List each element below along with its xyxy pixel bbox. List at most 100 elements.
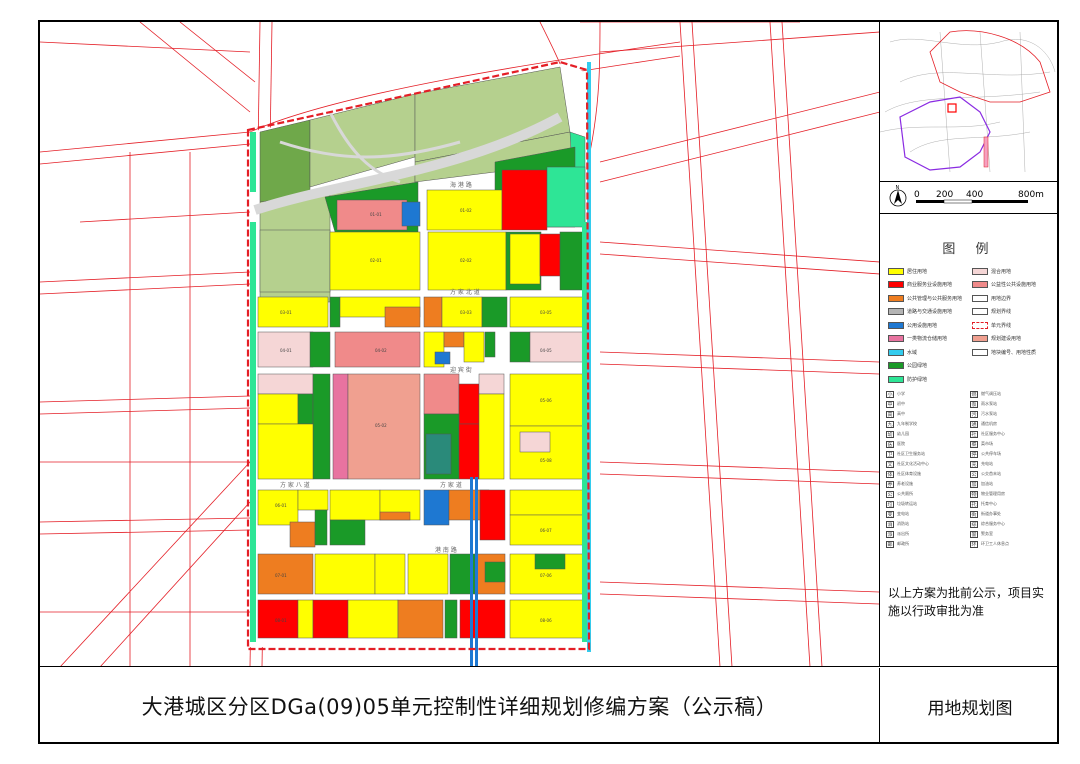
symbol-label: 社区体育设施 <box>897 471 921 476</box>
map-type-label: 用地规划图 <box>927 698 1013 719</box>
title-bar: 大港城区分区DGa(09)05单元控制性详细规划修编方案（公示稿） <box>40 668 880 744</box>
facility-icon: 邮 <box>886 540 894 548</box>
svg-text:迎 宾 街: 迎 宾 街 <box>450 366 472 374</box>
legend-label: 公共管理与公共服务用地 <box>907 295 963 302</box>
legend-label: 居住用地 <box>907 268 928 275</box>
svg-text:04-05: 04-05 <box>540 348 552 353</box>
legend-item: 公益性公共设施用地 <box>972 280 1036 290</box>
legend-label: 水域 <box>907 349 918 356</box>
facility-icon: 加 <box>970 480 978 488</box>
symbol-label: 通信机房 <box>981 421 997 426</box>
locator-svg <box>880 30 1056 173</box>
legend-label: 公园绿地 <box>907 363 928 369</box>
legend-label: 商业服务业设施用地 <box>907 282 953 288</box>
facility-icon: 幼 <box>886 430 894 438</box>
scale-label-200: 200 <box>936 190 953 200</box>
symbol-label: 高中 <box>897 411 905 416</box>
legend-symbol: 小小学 <box>886 390 905 398</box>
legend-item: 规划界线 <box>972 307 1011 317</box>
facility-icon: 文 <box>886 460 894 468</box>
svg-text:03-05: 03-05 <box>540 310 552 315</box>
legend-symbol: 邮邮政所 <box>886 540 909 548</box>
legend-swatch <box>888 267 904 275</box>
legend-symbol: 文社区文化活动中心 <box>886 460 929 468</box>
legend-symbol: 医医院 <box>886 440 905 448</box>
facility-icon: 充 <box>970 460 978 468</box>
legend-symbol: 派派出所 <box>886 530 909 538</box>
svg-text:07-06: 07-06 <box>540 573 552 578</box>
svg-text:03-01: 03-01 <box>280 310 292 315</box>
scale-svg: N 0 200 400 800m <box>889 185 1044 207</box>
legend-symbol: 警警务室 <box>970 530 993 538</box>
legend-swatch <box>972 335 988 342</box>
legend-symbol: 九九年制学校 <box>886 420 917 428</box>
north-label: N <box>896 185 900 191</box>
district-boundary <box>929 30 1051 103</box>
symbol-label: 公共厕所 <box>897 491 913 496</box>
legend-symbol: 污污水泵站 <box>970 410 997 418</box>
legend-swatch <box>972 267 988 275</box>
legend-swatch <box>972 321 988 329</box>
legend-symbol: 街街道办事处 <box>970 510 1001 518</box>
symbol-label: 公交首末站 <box>981 471 1001 476</box>
legend-item: 公共管理与公共服务用地 <box>888 293 962 303</box>
legend-swatch <box>888 375 904 383</box>
facility-icon: 公 <box>970 470 978 478</box>
land-use-map[interactable]: 海 港 路 方 家 北 道 迎 宾 街 方 家 八 道 方 家 道 港 南 路 … <box>40 22 880 667</box>
svg-text:06-07: 06-07 <box>540 528 552 533</box>
facility-icon: 公 <box>886 490 894 498</box>
legend-swatch <box>888 294 904 302</box>
svg-text:05-06: 05-06 <box>540 398 552 403</box>
symbol-label: 幼儿园 <box>897 431 909 436</box>
symbol-label: 派出所 <box>897 531 909 536</box>
legend-symbol: 通通信机房 <box>970 420 997 428</box>
legend-symbol: 卫社区卫生服务站 <box>886 450 925 458</box>
facility-icon: 医 <box>886 440 894 448</box>
facility-icon: 泵 <box>970 400 978 408</box>
legend-symbol: 燃燃气调压站 <box>970 390 1001 398</box>
svg-text:01-02: 01-02 <box>460 208 472 213</box>
facility-icon: 菜 <box>970 440 978 448</box>
svg-text:06-01: 06-01 <box>275 503 287 508</box>
svg-text:08-06: 08-06 <box>540 618 552 623</box>
symbol-label: 托育中心 <box>981 501 997 506</box>
legend-item: 水域 <box>888 347 917 357</box>
legend-swatch <box>888 362 904 369</box>
facility-icon: 卫 <box>886 450 894 458</box>
scale-bar: N 0 200 400 800m <box>880 182 1059 214</box>
legend-symbol: 充充电站 <box>970 460 993 468</box>
legend-item: 居住用地 <box>888 266 927 276</box>
legend-label: 规划建设用地 <box>991 336 1022 342</box>
facility-icon: 九 <box>886 420 894 428</box>
legend-item: 混合用地 <box>972 266 1011 276</box>
svg-text:04-02: 04-02 <box>375 348 387 353</box>
legend-item: 防护绿地 <box>888 374 927 384</box>
symbol-label: 社区服务中心 <box>981 431 1005 436</box>
symbol-label: 九年制学校 <box>897 421 917 426</box>
legend-swatch <box>888 348 904 356</box>
legend-symbols: 小小学中初中高高中九九年制学校幼幼儿园医医院卫社区卫生服务站文社区文化活动中心体… <box>886 390 1056 560</box>
facility-icon: 警 <box>970 530 978 538</box>
facility-icon: 变 <box>886 510 894 518</box>
legend-swatch <box>972 348 988 356</box>
svg-text:港 南 路: 港 南 路 <box>435 546 457 554</box>
legend-label: 公用设施用地 <box>907 322 938 329</box>
facility-icon: 小 <box>886 390 894 398</box>
legend-symbol: 停公共停车场 <box>970 450 1001 458</box>
legend-label: 用地边界 <box>991 295 1012 302</box>
facility-icon: 高 <box>886 410 894 418</box>
locator-map[interactable] <box>880 22 1059 182</box>
symbol-label: 公共停车场 <box>981 451 1001 456</box>
symbol-label: 综合服务中心 <box>981 521 1005 526</box>
legend-label: 单元界线 <box>991 322 1012 329</box>
svg-text:方 家 北 道: 方 家 北 道 <box>450 288 480 296</box>
legend-label: 一类物流仓储用地 <box>907 336 948 342</box>
legend-item: 规划建设用地 <box>972 334 1021 344</box>
symbol-label: 环卫工人休息点 <box>981 541 1009 546</box>
legend-item: 公用设施用地 <box>888 320 937 330</box>
facility-icon: 通 <box>970 420 978 428</box>
symbol-label: 养老设施 <box>897 481 913 486</box>
symbol-label: 燃气调压站 <box>981 391 1001 396</box>
facility-icon: 中 <box>886 400 894 408</box>
legend-symbol: 垃垃圾转运站 <box>886 500 917 508</box>
